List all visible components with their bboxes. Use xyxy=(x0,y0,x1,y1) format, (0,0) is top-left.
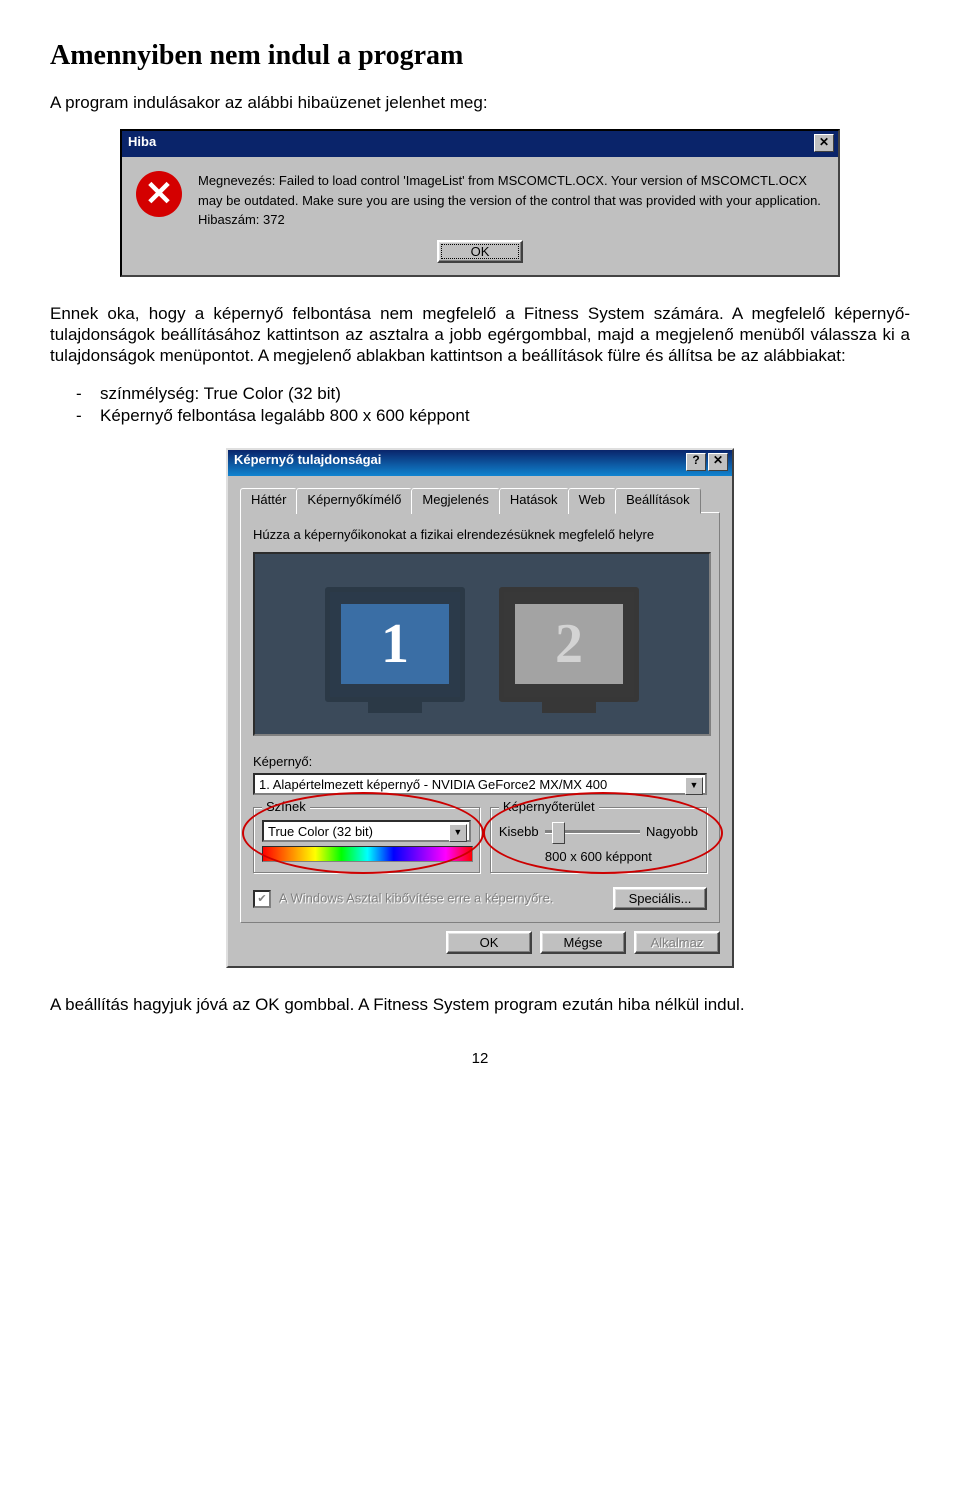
tab-web[interactable]: Web xyxy=(568,488,617,514)
monitor-2[interactable]: 2 xyxy=(499,587,639,702)
tab-hatter[interactable]: Háttér xyxy=(240,488,297,514)
ok-button[interactable]: OK xyxy=(446,931,532,954)
resolution-slider[interactable]: Kisebb Nagyobb xyxy=(499,824,698,839)
monitor-layout-area[interactable]: 1 2 xyxy=(253,552,711,736)
list-item: színmélység: True Color (32 bit) xyxy=(100,383,910,406)
slider-less-label: Kisebb xyxy=(499,824,539,839)
extend-checkbox: ✔ xyxy=(253,890,271,908)
tab-beallitasok[interactable]: Beállítások xyxy=(615,488,701,514)
chevron-down-icon[interactable]: ▼ xyxy=(685,777,703,795)
error-line-1: Megnevezés: Failed to load control 'Imag… xyxy=(198,171,824,210)
monitor-1[interactable]: 1 xyxy=(325,587,465,702)
colors-dropdown-value: True Color (32 bit) xyxy=(268,824,373,839)
tab-hatasok[interactable]: Hatások xyxy=(499,488,569,514)
slider-thumb[interactable] xyxy=(552,822,565,844)
monitor-1-label: 1 xyxy=(341,604,449,684)
extend-checkbox-label: A Windows Asztal kibővítése erre a képer… xyxy=(279,890,554,905)
colors-dropdown[interactable]: True Color (32 bit) ▼ xyxy=(262,820,471,842)
colors-group-label: Színek xyxy=(262,799,310,814)
color-depth-preview xyxy=(262,846,473,862)
close-icon[interactable]: ✕ xyxy=(708,453,728,471)
error-dialog: Hiba ✕ ✕ Megnevezés: Failed to load cont… xyxy=(120,129,840,277)
explain-paragraph: Ennek oka, hogy a képernyő felbontása ne… xyxy=(50,303,910,367)
extend-desktop-checkbox-row: ✔ A Windows Asztal kibővítése erre a kép… xyxy=(253,890,553,908)
help-icon[interactable]: ? xyxy=(686,453,706,471)
cancel-button[interactable]: Mégse xyxy=(540,931,626,954)
display-dialog-title: Képernyő tulajdonságai xyxy=(234,452,381,467)
instruction-text: Húzza a képernyőikonokat a fizikai elren… xyxy=(253,527,707,542)
bullet-list: színmélység: True Color (32 bit) Képerny… xyxy=(50,383,910,429)
error-icon: ✕ xyxy=(136,171,182,217)
slider-more-label: Nagyobb xyxy=(646,824,698,839)
screen-label: Képernyő: xyxy=(253,754,707,769)
monitor-2-label: 2 xyxy=(515,604,623,684)
tab-kepernyokimelo[interactable]: Képernyőkímélő xyxy=(296,488,412,514)
page-number: 12 xyxy=(50,1050,910,1067)
page-heading: Amennyiben nem indul a program xyxy=(50,40,910,72)
resolution-value: 800 x 600 képpont xyxy=(499,849,698,864)
area-group-label: Képernyőterület xyxy=(499,799,599,814)
error-line-2: Hibaszám: 372 xyxy=(198,210,824,230)
advanced-button[interactable]: Speciális... xyxy=(613,887,707,910)
intro-paragraph: A program indulásakor az alábbi hibaüzen… xyxy=(50,92,910,113)
display-dialog-titlebar[interactable]: Képernyő tulajdonságai ? ✕ xyxy=(228,450,732,476)
ok-button[interactable]: OK xyxy=(437,240,523,263)
screen-dropdown[interactable]: 1. Alapértelmezett képernyő - NVIDIA GeF… xyxy=(253,773,707,795)
display-properties-dialog: Képernyő tulajdonságai ? ✕ Háttér Képern… xyxy=(226,448,734,968)
outro-paragraph: A beállítás hagyjuk jóvá az OK gombbal. … xyxy=(50,994,910,1015)
apply-button: Alkalmaz xyxy=(634,931,720,954)
tabs: Háttér Képernyőkímélő Megjelenés Hatások… xyxy=(240,488,720,514)
close-icon[interactable]: ✕ xyxy=(814,134,834,152)
error-message: Megnevezés: Failed to load control 'Imag… xyxy=(198,171,824,230)
chevron-down-icon[interactable]: ▼ xyxy=(449,824,467,842)
error-dialog-titlebar[interactable]: Hiba ✕ xyxy=(122,131,838,157)
error-dialog-title: Hiba xyxy=(128,134,156,149)
list-item: Képernyő felbontása legalább 800 x 600 k… xyxy=(100,405,910,428)
screen-dropdown-value: 1. Alapértelmezett képernyő - NVIDIA GeF… xyxy=(259,777,607,792)
tab-megjelenes[interactable]: Megjelenés xyxy=(411,488,500,514)
tab-pane-settings: Húzza a képernyőikonokat a fizikai elren… xyxy=(240,512,720,923)
